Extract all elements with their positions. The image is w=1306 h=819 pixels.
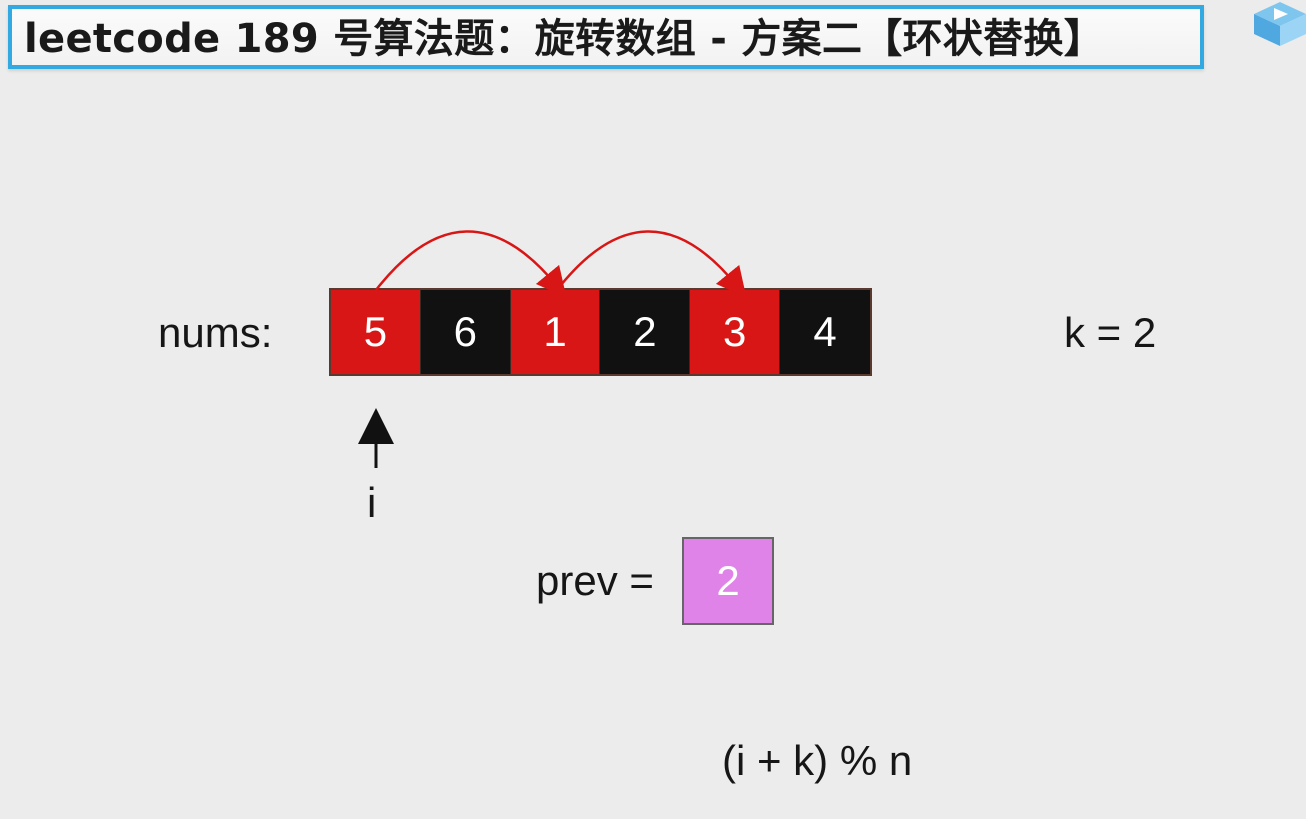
page-title: leetcode 189 号算法题：旋转数组 - 方案二【环状替换】 — [24, 16, 1105, 62]
player-logo-icon — [1254, 0, 1306, 48]
array-cell: 4 — [780, 290, 870, 374]
cell-value: 2 — [633, 308, 657, 355]
jump-arc — [556, 230, 747, 298]
jump-arc — [375, 230, 567, 298]
formula: (i + k) % n — [722, 737, 913, 784]
array-cell: 6 — [420, 290, 511, 374]
array-cell: 2 — [600, 290, 691, 374]
title-bar: leetcode 189 号算法题：旋转数组 - 方案二【环状替换】 — [8, 5, 1204, 69]
cell-value: 1 — [543, 308, 567, 355]
nums-array: 5 6 1 2 3 4 — [329, 288, 872, 376]
cell-value: 6 — [453, 308, 477, 355]
cell-value: 3 — [723, 308, 747, 355]
array-cell: 5 — [331, 290, 421, 374]
cell-value: 5 — [363, 308, 388, 355]
prev-box: 2 — [682, 537, 774, 625]
prev-label: prev = — [536, 557, 654, 604]
nums-label: nums: — [158, 309, 273, 356]
prev-value: 2 — [716, 557, 740, 604]
array-cell: 3 — [690, 290, 781, 374]
array-cell: 1 — [510, 290, 601, 374]
k-label: k = 2 — [1064, 309, 1157, 356]
diagram-overlay — [358, 230, 747, 468]
cell-value: 4 — [813, 308, 837, 355]
pointer-label: i — [367, 479, 377, 526]
